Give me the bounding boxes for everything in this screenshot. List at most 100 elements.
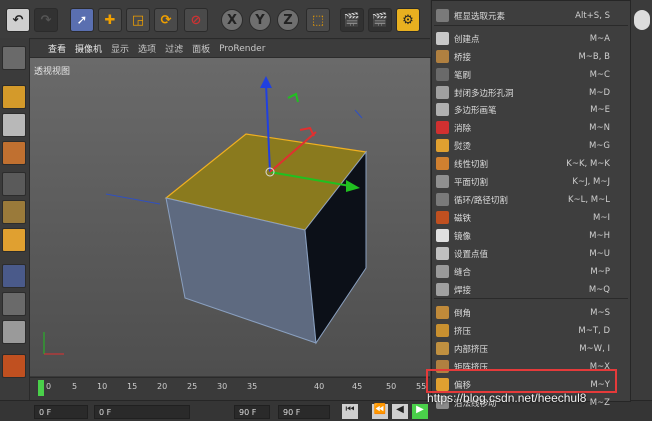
perspective-viewport[interactable]: 透视视图 (30, 58, 430, 376)
live-selection-icon[interactable]: ⊘ (184, 8, 208, 32)
menu-item-label: 消除 (454, 123, 472, 134)
viewport-menu-view[interactable]: 查看 (48, 42, 66, 55)
menu-item[interactable]: 挤压 M~T, D (432, 322, 630, 339)
timeline-tick: 45 (352, 382, 363, 391)
menu-item-shortcut: M~S (590, 307, 610, 318)
make-editable-icon[interactable] (2, 46, 26, 70)
axis-z-button[interactable]: Z (277, 9, 299, 31)
menu-item-shortcut: Alt+S, S (575, 10, 610, 21)
workplane-icon[interactable] (2, 141, 26, 165)
menu-item-label: 框显选取元素 (454, 11, 506, 22)
preview-end-field[interactable]: 90 F (234, 405, 270, 419)
menu-item-label: 倒角 (454, 308, 472, 319)
timeline-tick: 25 (187, 382, 198, 391)
previous-frame-icon[interactable]: ◀ (392, 404, 408, 419)
timeline-tick: 50 (386, 382, 397, 391)
menu-item-label: 内部挤压 (454, 344, 489, 355)
polygon-pen-icon (436, 103, 449, 116)
previous-key-icon[interactable]: ⏪ (372, 404, 388, 419)
menu-item-label: 笔刷 (454, 70, 472, 81)
menu-item[interactable]: 消除 M~N (432, 119, 630, 136)
right-side-panel (631, 0, 652, 400)
viewport-menu-display[interactable]: 显示 (111, 42, 129, 55)
menu-item[interactable]: 循环/路径切割 K~L, M~L (432, 191, 630, 208)
menu-item[interactable]: 平面切割 K~J, M~J (432, 173, 630, 190)
texture-mode-icon[interactable] (2, 113, 26, 137)
menu-item[interactable]: 笔刷 M~C (432, 66, 630, 83)
loop-path-cut-icon (436, 193, 449, 206)
viewport-menu-panel[interactable]: 面板 (192, 42, 210, 55)
create-point-icon (436, 32, 449, 45)
extrude-inner-icon (436, 342, 449, 355)
menu-item[interactable]: 焊接 M~Q (432, 281, 630, 298)
menu-item[interactable]: 线性切割 K~K, M~K (432, 155, 630, 172)
model-mode-icon[interactable] (2, 85, 26, 109)
dissolve-icon (436, 121, 449, 134)
timeline-tick: 30 (217, 382, 228, 391)
timeline-tick: 10 (97, 382, 108, 391)
menu-item[interactable]: 多边形画笔 M~E (432, 101, 630, 118)
menu-item-shortcut: M~T, D (578, 325, 610, 336)
snap-icon[interactable] (2, 320, 26, 344)
gizmo-y-arrow (260, 76, 272, 88)
play-icon[interactable]: ▶ (412, 404, 428, 419)
render-view-icon[interactable]: 🎬 (340, 8, 364, 32)
max-frame-field[interactable]: 90 F (278, 405, 330, 419)
menu-item[interactable]: 磁铁 M~I (432, 209, 630, 226)
scale-icon[interactable]: ◲ (126, 8, 150, 32)
viewport-menu-options[interactable]: 选项 (138, 42, 156, 55)
render-picture-viewer-icon[interactable]: 🎬 (368, 8, 392, 32)
brush-icon (436, 68, 449, 81)
go-to-start-icon[interactable]: ⏮ (342, 404, 358, 419)
menu-item-label: 线性切割 (454, 159, 489, 170)
timeline-playhead[interactable] (38, 380, 44, 396)
preview-start-field[interactable]: 0 F (94, 405, 190, 419)
light-bulb-icon[interactable] (634, 10, 650, 30)
set-point-value-icon (436, 247, 449, 260)
enable-axis-icon[interactable] (2, 264, 26, 288)
current-frame-field[interactable]: 0 F (34, 405, 88, 419)
render-settings-icon[interactable]: ⚙ (396, 8, 420, 32)
viewport-menu-filter[interactable]: 过滤 (165, 42, 183, 55)
move-icon[interactable]: ✚ (98, 8, 122, 32)
menu-item-shortcut: M~Z (589, 397, 610, 408)
bridge-icon (436, 50, 449, 63)
menu-item[interactable]: 熨烫 M~G (432, 137, 630, 154)
extrude-icon (436, 324, 449, 337)
iron-icon (436, 139, 449, 152)
timeline-tick: 0 (46, 382, 52, 391)
rotate-icon[interactable]: ⟳ (154, 8, 178, 32)
menu-item[interactable]: 创建点 M~A (432, 30, 630, 47)
menu-item-label: 焊接 (454, 285, 472, 296)
coordinate-system-icon[interactable]: ⬚ (306, 8, 330, 32)
timeline-ruler[interactable]: 0 5 10 15 20 25 30 35 40 45 50 55 (30, 377, 430, 400)
menu-item[interactable]: 内部挤压 M~W, I (432, 340, 630, 357)
menu-item[interactable]: 倒角 M~S (432, 304, 630, 321)
menu-item[interactable]: 镜像 M~H (432, 227, 630, 244)
points-mode-icon[interactable] (2, 172, 26, 196)
menu-item[interactable]: 桥接 M~B, B (432, 48, 630, 65)
viewport-menu-prorender[interactable]: ProRender (219, 44, 265, 54)
mirror-icon (436, 229, 449, 242)
bevel-icon (436, 306, 449, 319)
menu-item-shortcut: M~Q (588, 284, 610, 295)
menu-item[interactable]: 框显选取元素 Alt+S, S (432, 7, 630, 24)
axis-y-button[interactable]: Y (249, 9, 271, 31)
menu-item-shortcut: M~N (589, 122, 610, 133)
axis-x-button[interactable]: X (221, 9, 243, 31)
timeline-tick: 35 (247, 382, 258, 391)
menu-item[interactable]: 设置点值 M~U (432, 245, 630, 262)
select-arrow-icon[interactable]: ➚ (70, 8, 94, 32)
menu-item[interactable]: 封闭多边形孔洞 M~D (432, 84, 630, 101)
menu-separator (434, 298, 628, 299)
edges-mode-icon[interactable] (2, 200, 26, 224)
tweak-mode-icon[interactable] (2, 292, 26, 316)
menu-item[interactable]: 缝合 M~P (432, 263, 630, 280)
redo-icon[interactable]: ↷ (34, 8, 58, 32)
menu-item-shortcut: M~P (590, 266, 610, 277)
undo-icon[interactable]: ↶ (6, 8, 30, 32)
menu-item-shortcut: M~D (588, 87, 610, 98)
polygons-mode-icon[interactable] (2, 228, 26, 252)
viewport-menu-camera[interactable]: 摄像机 (75, 42, 102, 55)
magnet-tool-icon[interactable] (2, 354, 26, 378)
